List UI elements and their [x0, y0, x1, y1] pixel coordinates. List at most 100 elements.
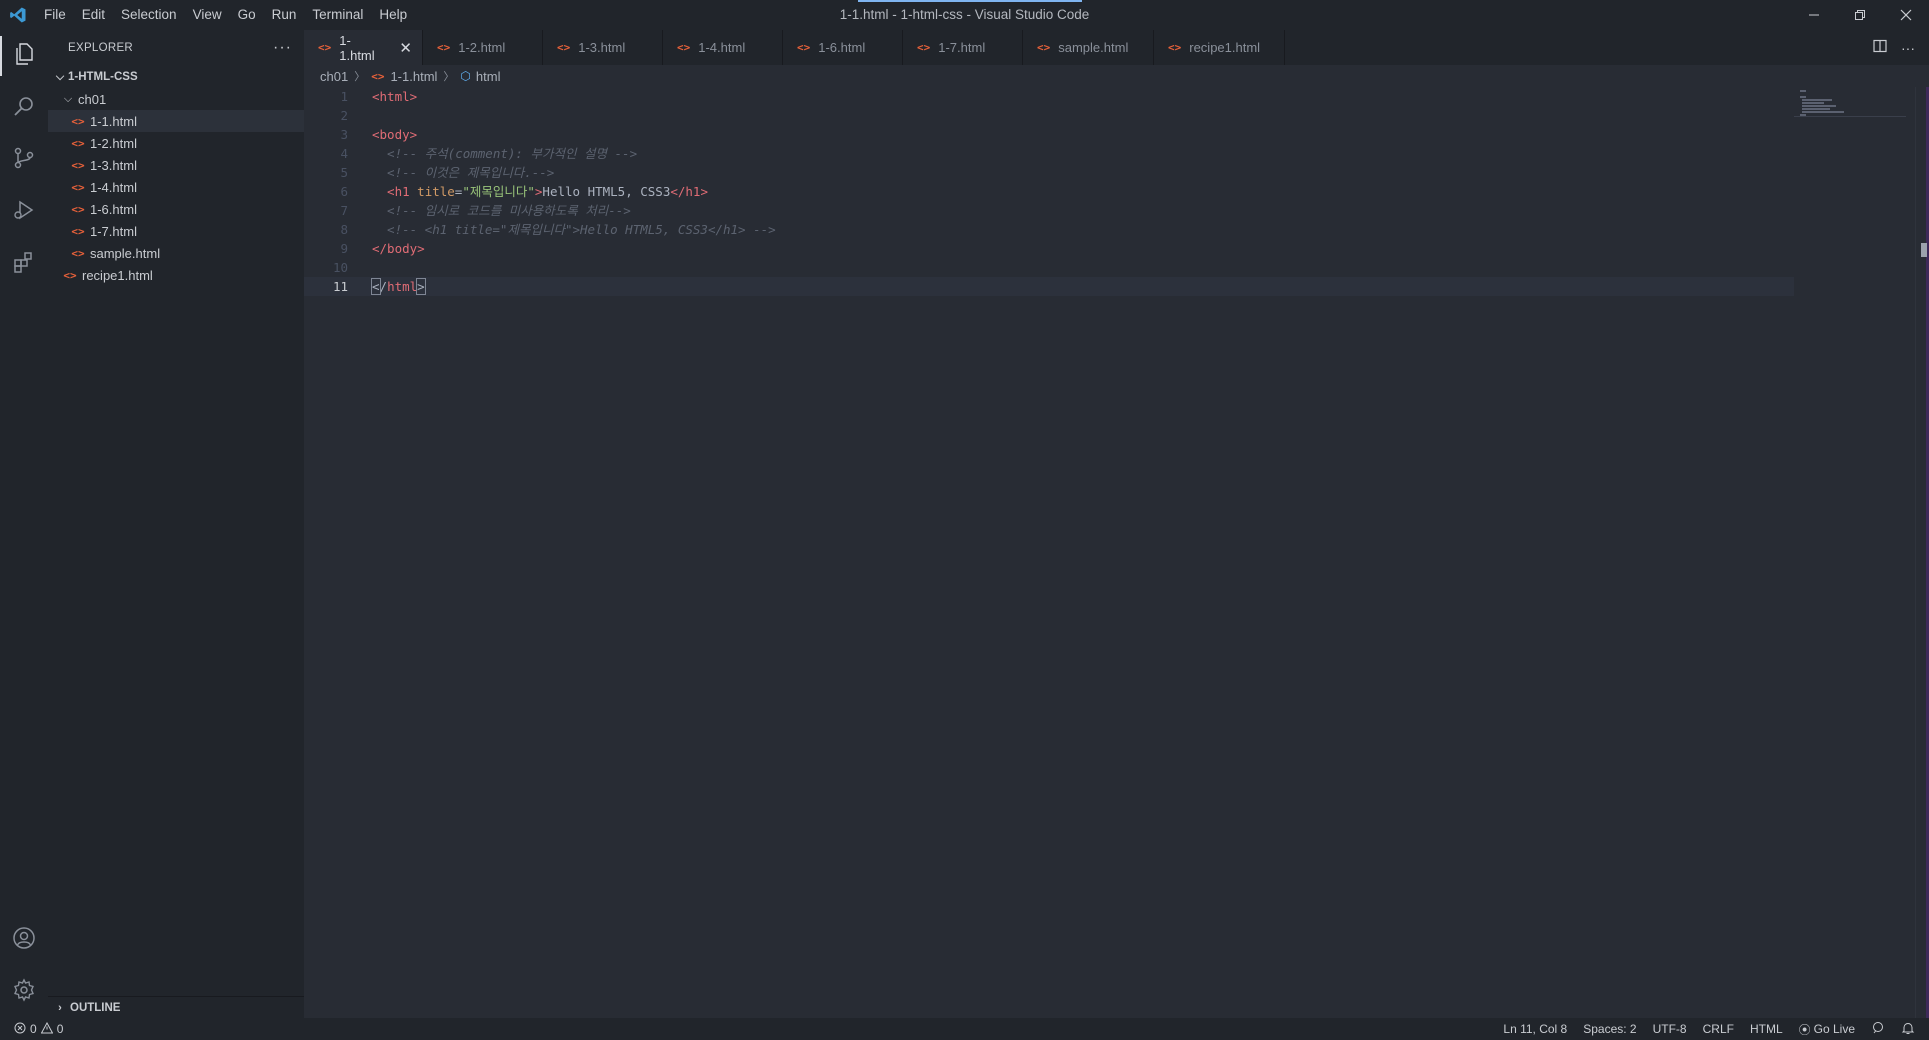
menu-edit[interactable]: Edit — [74, 0, 113, 30]
manage-button[interactable] — [0, 966, 48, 1018]
file-item-1-2[interactable]: <> 1-2.html — [48, 132, 304, 154]
run-debug-activity-button[interactable] — [0, 186, 48, 238]
menu-run[interactable]: Run — [264, 0, 305, 30]
files-icon — [12, 42, 36, 71]
explorer-activity-button[interactable] — [0, 30, 48, 82]
vscode-logo-icon — [0, 0, 36, 30]
source-control-activity-button[interactable] — [0, 134, 48, 186]
run-debug-icon — [12, 198, 36, 227]
extensions-icon — [12, 250, 36, 279]
file-item-recipe1[interactable]: <> recipe1.html — [48, 264, 304, 286]
minimap-line — [1802, 102, 1824, 104]
menu-selection[interactable]: Selection — [113, 0, 185, 30]
menu-view[interactable]: View — [185, 0, 230, 30]
restore-button[interactable] — [1837, 0, 1883, 30]
code-line: 9 </body> — [304, 239, 1794, 258]
line-number: 5 — [340, 165, 348, 180]
cursor-position[interactable]: Ln 11, Col 8 — [1503, 1022, 1567, 1036]
tab-label: 1-2.html — [458, 40, 506, 55]
code-attr: title — [409, 184, 455, 199]
close-window-button[interactable] — [1883, 0, 1929, 30]
indentation[interactable]: Spaces: 2 — [1583, 1022, 1636, 1036]
source-control-icon — [12, 146, 36, 175]
language-mode[interactable]: HTML — [1750, 1022, 1783, 1036]
tab-1-3[interactable]: <> 1-3.html — [543, 30, 663, 65]
html-file-icon: <> — [71, 180, 85, 194]
file-item-1-1[interactable]: <> 1-1.html — [48, 110, 304, 132]
explorer-header: EXPLORER ··· — [48, 30, 304, 66]
breadcrumb-symbol[interactable]: html — [476, 69, 501, 84]
line-number: 8 — [340, 222, 348, 237]
breadcrumb-file[interactable]: 1-1.html — [390, 69, 437, 84]
error-count: 0 — [30, 1022, 37, 1036]
minimap[interactable] — [1794, 87, 1914, 1027]
code-comment: <!-- 임시로 코드를 미사용하도록 처리--> — [372, 203, 631, 218]
file-item-1-3[interactable]: <> 1-3.html — [48, 154, 304, 176]
code-line: 8 <!-- <h1 title="제목입니다">Hello HTML5, CS… — [304, 220, 1794, 239]
account-icon — [12, 926, 36, 955]
editor-area: <> 1-1.html ✕ <> 1-2.html <> 1-3.html <>… — [304, 30, 1929, 1018]
close-tab-icon[interactable]: ✕ — [399, 39, 412, 57]
minimap-line — [1800, 90, 1806, 92]
tab-1-4[interactable]: <> 1-4.html — [663, 30, 783, 65]
file-label: 1-2.html — [90, 135, 137, 151]
workspace-root-label: 1-HTML-CSS — [68, 71, 138, 83]
file-item-1-6[interactable]: <> 1-6.html — [48, 198, 304, 220]
tab-label: sample.html — [1058, 40, 1129, 55]
minimize-button[interactable] — [1791, 0, 1837, 30]
window-controls — [1791, 0, 1929, 30]
tab-1-7[interactable]: <> 1-7.html — [903, 30, 1023, 65]
tab-sample[interactable]: <> sample.html — [1023, 30, 1154, 65]
outline-section-header[interactable]: › OUTLINE — [48, 996, 304, 1018]
end-of-line[interactable]: CRLF — [1703, 1022, 1734, 1036]
code-editor[interactable]: 1 <html> 2 3 <body> 4 <!-- 주석(comment): … — [304, 87, 1794, 296]
split-editor-icon[interactable] — [1873, 39, 1887, 56]
line-number: 4 — [340, 146, 348, 161]
menu-terminal[interactable]: Terminal — [304, 0, 371, 30]
code-plain-text: Hello HTML5, CSS3 — [542, 184, 671, 199]
code-text: <body> — [372, 127, 418, 142]
file-item-sample[interactable]: <> sample.html — [48, 242, 304, 264]
tab-1-2[interactable]: <> 1-2.html — [423, 30, 543, 65]
file-item-1-7[interactable]: <> 1-7.html — [48, 220, 304, 242]
workspace-root[interactable]: ⌵ 1-HTML-CSS — [48, 66, 304, 88]
encoding[interactable]: UTF-8 — [1653, 1022, 1687, 1036]
html-file-icon: <> — [557, 41, 571, 54]
code-line: 1 <html> — [304, 87, 1794, 106]
html-file-icon: <> — [797, 41, 811, 54]
more-actions-icon[interactable]: ··· — [1901, 40, 1915, 56]
breadcrumb: ch01 〉 <> 1-1.html 〉 ⬡ html — [304, 65, 1929, 87]
tab-1-1[interactable]: <> 1-1.html ✕ — [304, 30, 423, 65]
tab-recipe1[interactable]: <> recipe1.html — [1154, 30, 1285, 65]
menu-go[interactable]: Go — [230, 0, 264, 30]
breadcrumb-folder[interactable]: ch01 — [320, 69, 348, 84]
minimap-line — [1802, 108, 1830, 110]
tab-1-6[interactable]: <> 1-6.html — [783, 30, 903, 65]
tab-label: 1-6.html — [818, 40, 866, 55]
extensions-activity-button[interactable] — [0, 238, 48, 290]
chevron-right-icon: 〉 — [443, 71, 455, 83]
folder-ch01[interactable]: ⌵ ch01 — [48, 88, 304, 110]
line-number: 11 — [332, 279, 348, 294]
menu-file[interactable]: File — [36, 0, 74, 30]
line-number: 1 — [340, 89, 348, 104]
file-item-1-4[interactable]: <> 1-4.html — [48, 176, 304, 198]
bell-icon[interactable] — [1901, 1021, 1915, 1038]
menu-bar: File Edit Selection View Go Run Terminal… — [36, 0, 415, 30]
html-file-icon: <> — [71, 202, 85, 216]
search-activity-button[interactable] — [0, 82, 48, 134]
html-file-icon: <> — [71, 224, 85, 238]
symbol-element-icon: ⬡ — [460, 69, 471, 83]
accounts-button[interactable] — [0, 914, 48, 966]
problems-indicator[interactable]: 0 0 — [0, 1021, 63, 1037]
explorer-more-actions-button[interactable]: ··· — [273, 39, 292, 57]
menu-help[interactable]: Help — [371, 0, 415, 30]
tab-label: recipe1.html — [1189, 40, 1261, 55]
feedback-icon[interactable] — [1871, 1021, 1885, 1038]
html-file-icon: <> — [71, 158, 85, 172]
line-number: 9 — [340, 241, 348, 256]
html-file-icon: <> — [71, 136, 85, 150]
file-label: 1-1.html — [90, 113, 137, 129]
go-live-button[interactable]: ⦿ Go Live — [1799, 1021, 1855, 1038]
code-text: </html> — [348, 277, 426, 296]
